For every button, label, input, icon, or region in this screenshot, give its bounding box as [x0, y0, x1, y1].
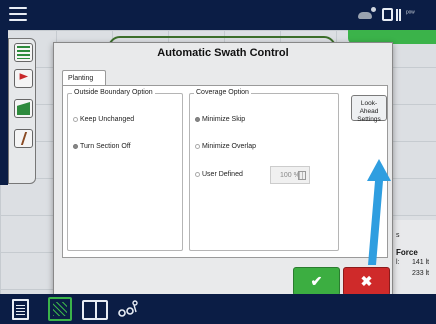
section-control-icon[interactable] [14, 43, 33, 62]
radio-dot [195, 144, 200, 149]
user-defined-value: 100 % [280, 172, 300, 179]
annotation-arrow-icon [367, 159, 391, 265]
radio-minimize-overlap[interactable]: Minimize Overlap [194, 143, 256, 150]
right-panel-row-value: 233 lt [412, 270, 430, 277]
look-ahead-settings-button[interactable]: Look-Ahead Settings [351, 95, 387, 123]
outside-boundary-title: Outside Boundary Option [72, 89, 155, 96]
field-layer-icon[interactable] [14, 99, 33, 118]
bars-icon [396, 9, 401, 21]
radio-keep-unchanged[interactable]: Keep Unchanged [72, 116, 134, 123]
radio-dot [195, 172, 200, 177]
gps-icon [358, 12, 372, 19]
cancel-button[interactable]: ✖ [343, 267, 390, 296]
dialog-title: Automatic Swath Control [157, 47, 289, 59]
tab-panel: Outside Boundary Option Keep Unchanged T… [62, 85, 391, 265]
menu-icon[interactable] [9, 7, 27, 22]
radio-dot [195, 117, 200, 122]
left-toolbar [8, 38, 36, 184]
left-rail [0, 30, 8, 185]
radio-user-defined[interactable]: User Defined [194, 171, 243, 178]
screen-icon [382, 8, 393, 21]
look-ahead-label-line2: Settings [357, 116, 381, 123]
ok-button[interactable]: ✔ [293, 267, 340, 296]
outside-boundary-group: Outside Boundary Option Keep Unchanged T… [67, 89, 183, 251]
tab-planting[interactable]: Planting [62, 70, 106, 86]
automatic-swath-control-dialog: Automatic Swath Control Planting Outside… [53, 42, 393, 300]
user-defined-value-field[interactable]: 100 % [270, 166, 310, 184]
coverage-option-title: Coverage Option [194, 89, 251, 96]
split-screen-icon[interactable] [82, 300, 108, 320]
radio-label: User Defined [202, 171, 243, 178]
radio-label: Keep Unchanged [80, 116, 135, 123]
top-bar: ᵖᵒʷ [0, 0, 436, 30]
calculator-icon[interactable] [298, 171, 306, 180]
flag-icon[interactable] [14, 69, 33, 88]
document-icon[interactable] [12, 299, 29, 320]
right-data-panel: s Force l: 141 lt 233 lt [392, 220, 436, 294]
radio-label: Minimize Skip [202, 116, 246, 123]
radio-dot [73, 117, 78, 122]
radio-dot [73, 144, 78, 149]
right-panel-row-value: 141 lt [412, 259, 430, 266]
bottom-bar [0, 294, 436, 324]
gps-signal-icon [371, 7, 376, 12]
radio-turn-section-off[interactable]: Turn Section Off [72, 143, 131, 150]
right-panel-title: Force [396, 248, 418, 257]
status-icons[interactable]: ᵖᵒʷ [356, 4, 430, 26]
operator-icon[interactable] [116, 297, 140, 321]
coverage-option-group: Coverage Option Minimize Skip Minimize O… [189, 89, 339, 251]
status-text-icon: ᵖᵒʷ [406, 10, 415, 17]
radio-label: Turn Section Off [80, 143, 131, 150]
radio-label: Minimize Overlap [202, 143, 257, 150]
field-map-icon[interactable] [48, 297, 72, 321]
look-ahead-label-line1: Look-Ahead [359, 100, 379, 115]
guidance-icon[interactable] [14, 129, 33, 148]
radio-minimize-skip[interactable]: Minimize Skip [194, 116, 245, 123]
